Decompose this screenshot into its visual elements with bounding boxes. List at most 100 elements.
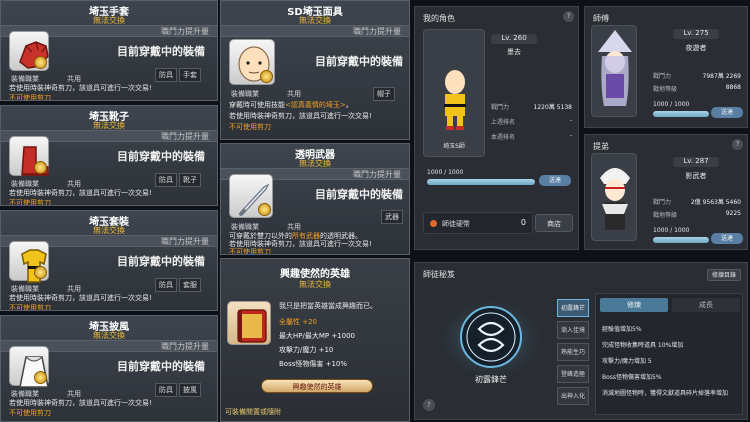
manage-button[interactable]: 修煉目錄 [707,269,741,281]
stat-value: 1220萬 5138 [533,104,572,111]
character-name: 埼玉S師 [443,143,465,150]
item-tooltip-suit: 埼玉套裝 無法交換 職鬥力提升量 目前穿戴中的裝備 裝備職業 共用 防具 套服 若… [0,210,218,311]
side-button[interactable]: 出神入化 [557,387,589,405]
power-label: 職鬥力提升量 [161,132,209,141]
side-button[interactable]: 初露鋒芒 [557,299,589,317]
item-tags: 武器 [379,210,403,224]
item-description: 若使用時裝神奇剪刀，該道具可進行一次交易! [9,84,152,92]
coin-icon [34,371,47,384]
mentor-secret-panel: 師徒秘笈 修煉目錄 初露鋒芒 ? 初露鋒芒 漸入佳境 熟能生巧 登峰造極 出神入… [414,262,748,420]
item-description: 穿戴時可使用技能<認真義情的埼玉>。 [229,100,405,110]
stat-label: 戰地等級 [653,212,678,219]
power-label: 職鬥力提升量 [161,342,209,351]
item-tag: 套服 [179,278,201,292]
equipped-label: 目前穿戴中的裝備 [315,188,403,201]
medal-name-plate: 興趣使然的英雄 [261,379,373,393]
power-label: 職鬥力提升量 [161,27,209,36]
send-button[interactable]: 送達 [711,233,743,244]
item-tag: 帽子 [373,87,395,101]
help-icon[interactable]: ? [732,139,743,150]
power-label: 職鬥力提升量 [161,237,209,246]
stat-value: 8868 [725,84,741,91]
stat-value: 7987萬 2269 [702,73,741,80]
send-button[interactable]: 送達 [539,175,571,186]
currency-value: 0 [520,218,526,227]
skill-link: <認真義情的埼玉> [285,101,346,109]
shop-button[interactable]: 商店 [535,214,573,232]
side-button[interactable]: 登峰造極 [557,365,589,383]
stat-label: 戰地等級 [653,86,678,93]
help-icon[interactable]: ? [423,399,435,411]
disciple-portrait [591,153,637,241]
scissor-warning: 不可使用剪刀 [9,409,51,417]
medal-stat: 全屬性 +20 [279,318,317,326]
item-tooltip-mask: SD埼玉面具 無法交換 職鬥力提升量 目前穿戴中的裝備 裝備職業 共用 帽子 穿… [220,0,410,140]
suit-icon [9,241,49,283]
effect-line: 消滅地圖怪物時，獲得文獻道具碎片掉落率增加 [602,390,729,397]
job-label: 裝備職業 [231,90,259,98]
send-button[interactable]: 送達 [711,107,743,118]
stat-label: 本週排名 [491,134,516,141]
energy-bar [653,237,709,243]
help-icon[interactable]: ? [563,11,574,22]
desc-text: 穿戴時可使用技能 [229,101,285,109]
energy-fill [653,237,709,243]
coin-icon [430,220,437,227]
equipped-label: 目前穿戴中的裝備 [117,45,205,58]
energy-value: 1000 / 1000 [653,227,690,234]
equipped-label: 目前穿戴中的裝備 [117,360,205,373]
energy-value: 1000 / 1000 [653,101,690,108]
cape-icon [9,346,49,388]
item-tooltip-boots: 埼玉靴子 無法交換 職鬥力提升量 目前穿戴中的裝備 裝備職業 共用 防具 靴子 若… [0,105,218,206]
panel-header: 我的角色 [423,14,455,23]
effect-line: 完成怪物收集時道具 10%增加 [602,342,684,349]
power-label: 職鬥力提升量 [353,27,401,36]
disciple-panel: 提弟 ? Lv. 287 影武者 戰鬥力 2億 9563萬 5460 戰地等級 … [584,134,748,250]
energy-fill [427,179,535,185]
coin-row: 師徒硬幣 0 [423,212,533,234]
stat-value: 2億 9563萬 5460 [690,199,741,206]
boot-icon [9,136,49,176]
scissor-warning: 不可使用剪刀 [229,123,271,131]
side-buttons: 初露鋒芒 漸入佳境 熟能生巧 登峰造極 出神入化 [557,299,589,409]
side-button[interactable]: 熟能生巧 [557,343,589,361]
tab-growth[interactable]: 成長 [672,298,740,312]
medal-stat: 最大HP/最大MP +1000 [279,332,356,340]
effect-line: 攻擊力/魔力增加 5 [602,358,652,365]
item-description: 若使用時裝神奇剪刀，該道具可進行一次交易! [229,112,372,120]
item-tooltip-weapon: 透明武器 無法交換 職鬥力提升量 目前穿戴中的裝備 裝備職業 共用 武器 可穿戴… [220,143,410,255]
coin-icon [260,70,273,83]
coin-icon [34,266,47,279]
panel-header: 師徒秘笈 [423,270,455,279]
mentor-job: 夜遊者 [685,44,707,52]
item-tag: 防具 [155,383,177,397]
effect-line: Boss怪物傷害增加5% [602,374,662,381]
medal-title: 興趣使然的英雄 [280,269,350,280]
stat-label: 戰鬥力 [491,104,510,111]
panel-header: 提弟 [593,142,609,151]
medal-tooltip: 興趣使然的英雄 無法交換 我只是把當英雄當成興趣而已。 全屬性 +20 最大HP… [220,258,410,422]
side-button[interactable]: 漸入佳境 [557,321,589,339]
item-tooltip-cape: 埼玉披風 無法交換 職鬥力提升量 目前穿戴中的裝備 裝備職業 共用 防具 披風 若… [0,315,218,422]
item-tag: 防具 [155,173,177,187]
item-tags: 防具 靴子 [153,173,201,187]
medal-stat: 攻擊力/魔力 +10 [279,346,334,354]
item-description: 若使用時裝神奇剪刀，該道具可進行一次交易! [9,189,152,197]
energy-bar [653,111,709,117]
effects-panel: 修煉 成長 經驗值增加5% 完成怪物收集時道具 10%增加 攻擊力/魔力增加 5… [595,293,743,415]
stat-value: 9225 [725,210,741,217]
power-label: 職鬥力提升量 [353,170,401,179]
stat-label: 上週排名 [491,119,516,126]
item-tags: 防具 披風 [153,383,201,397]
scissor-warning: 不可使用剪刀 [9,94,51,101]
mentor-panel: 師傅 Lv. 275 夜遊者 戰鬥力 7987萬 2269 戰地等級 8868 … [584,6,748,128]
desc-text: 。 [345,101,353,109]
tab-training[interactable]: 修煉 [600,298,668,312]
scissor-warning: 不可使用剪刀 [9,199,51,206]
item-tag: 披風 [179,383,201,397]
item-tags: 帽子 [371,87,395,101]
item-tag: 武器 [381,210,403,224]
stat-label: 戰鬥力 [653,73,672,80]
scissor-warning: 不可使用剪刀 [9,304,51,311]
item-tag: 靴子 [179,173,201,187]
